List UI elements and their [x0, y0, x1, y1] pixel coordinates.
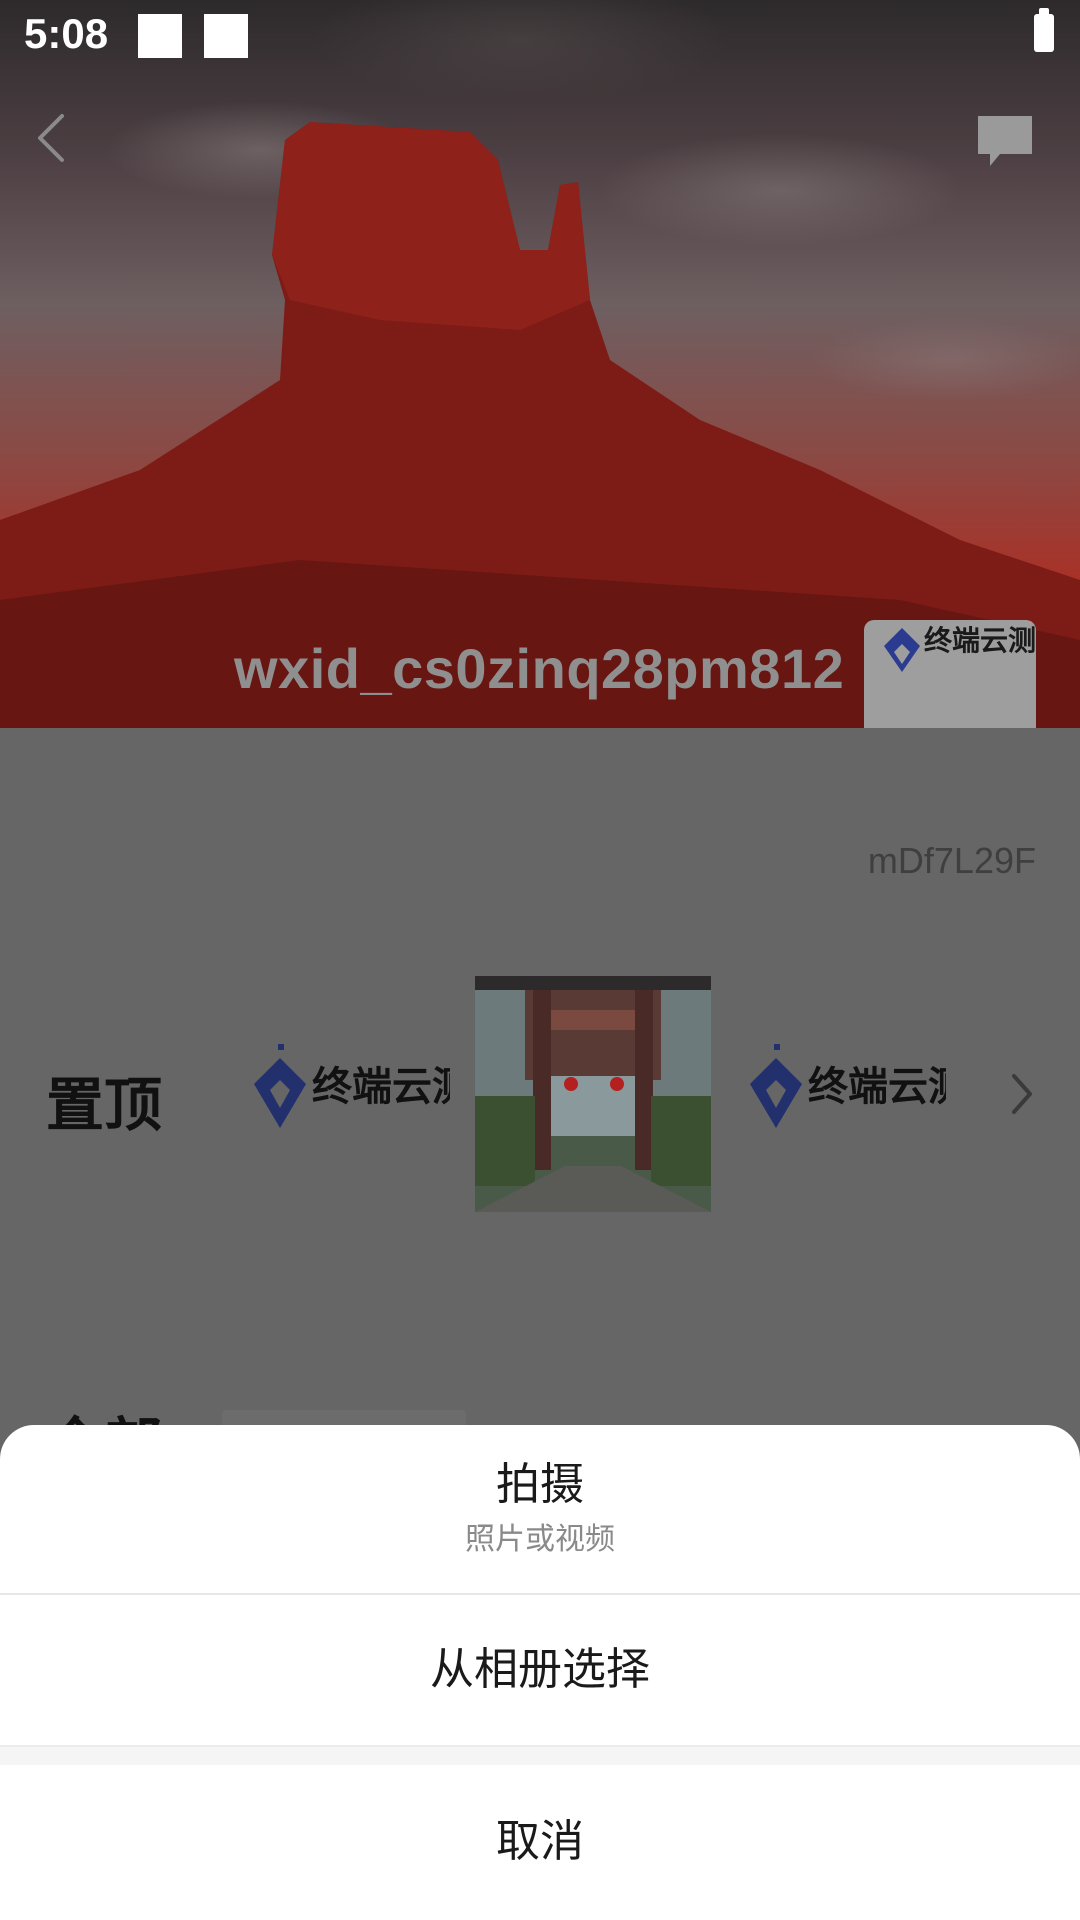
shoot-option-title: 拍摄 — [496, 1458, 584, 1510]
pinned-label: 置顶 — [46, 1071, 163, 1139]
notification-icon — [138, 14, 182, 58]
pinned-thumbnail[interactable]: 终端云测 — [746, 976, 968, 1212]
shoot-option-subtitle: 照片或视频 — [465, 1522, 615, 1558]
message-icon[interactable] — [974, 112, 1036, 170]
cancel-label: 取消 — [496, 1816, 584, 1868]
profile-username: wxid_cs0zinq28pm812 — [234, 637, 845, 700]
album-option-label: 从相册选择 — [430, 1643, 650, 1695]
logo-text: 终端云测 — [924, 624, 1036, 657]
avatar[interactable]: 终端云测 — [864, 620, 1036, 728]
cancel-button[interactable]: 取消 — [0, 1765, 1080, 1920]
logo-icon: 终端云测 — [750, 1044, 968, 1128]
logo-icon: 终端云测 — [254, 1044, 472, 1128]
cover-image[interactable]: 5:08 wxid_cs0zinq28pm812 终端云测 — [0, 0, 1080, 728]
battery-icon — [1034, 8, 1054, 52]
chevron-right-icon[interactable] — [1006, 1070, 1036, 1118]
action-sheet: 拍摄 照片或视频 从相册选择 取消 — [0, 1425, 1080, 1920]
cover-butte-shape — [0, 122, 1080, 728]
choose-from-album-option[interactable]: 从相册选择 — [0, 1595, 1080, 1745]
logo-text: 终端云测 — [312, 1064, 450, 1110]
pinned-thumbnail[interactable]: 终端云测 — [250, 976, 472, 1212]
notification-icon — [204, 14, 248, 58]
user-id: mDf7L29F — [867, 840, 1036, 881]
logo-icon: 终端云测 — [884, 624, 1036, 672]
back-icon[interactable] — [28, 108, 76, 168]
status-time: 5:08 — [24, 10, 109, 57]
pinned-photo-thumbnail[interactable] — [475, 976, 711, 1212]
section-separator — [0, 1745, 1080, 1765]
logo-text: 终端云测 — [808, 1064, 946, 1110]
shoot-option[interactable]: 拍摄 照片或视频 — [0, 1425, 1080, 1593]
gate-photo — [475, 976, 711, 1212]
